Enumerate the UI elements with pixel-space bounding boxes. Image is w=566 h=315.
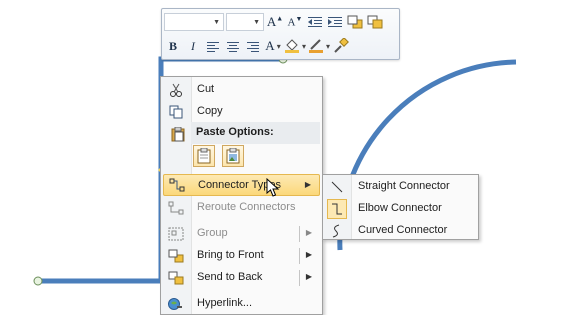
font-color-icon: A — [265, 38, 274, 54]
bold-button[interactable]: B — [164, 36, 182, 56]
italic-button[interactable]: I — [184, 36, 202, 56]
mini-toolbar-row-1: ▼ ▼ A▲ A▼ — [164, 11, 386, 33]
menu-item-label: Reroute Connectors — [197, 201, 296, 213]
menu-item-copy[interactable]: Copy — [163, 101, 320, 123]
paste-options-header: Paste Options: — [191, 122, 320, 144]
font-combo[interactable]: ▼ — [164, 13, 224, 31]
menu-item-label: Group — [197, 227, 228, 239]
shrink-font-glyph: A — [287, 16, 296, 29]
clipboard-icon — [165, 124, 191, 144]
connector-types-icon — [164, 175, 190, 195]
grow-font-button[interactable]: A▲ — [266, 12, 284, 32]
paste-as-picture-button[interactable] — [222, 145, 244, 167]
shape-outline-button[interactable] — [308, 36, 330, 56]
menu-item-hyperlink[interactable]: Hyperlink... — [163, 293, 320, 315]
menu-item-label: Send to Back — [197, 271, 263, 283]
decrease-indent-icon — [308, 17, 322, 27]
scissors-icon — [163, 80, 189, 100]
align-right-button[interactable] — [244, 36, 262, 56]
send-backward-icon — [367, 15, 383, 29]
grow-font-icon: A▲ — [266, 14, 284, 29]
font-size-combo[interactable]: ▼ — [226, 13, 264, 31]
menu-item-reroute-connectors: Reroute Connectors — [163, 197, 320, 219]
send-to-back-icon — [163, 268, 189, 288]
elbow-connector-icon — [327, 199, 347, 219]
format-painter-button[interactable] — [332, 36, 350, 56]
submenu-item-label: Straight Connector — [358, 180, 450, 192]
bring-forward-icon — [347, 15, 363, 29]
mouse-pointer-icon — [266, 178, 280, 197]
bring-to-front-icon — [163, 246, 189, 266]
increase-indent-icon — [328, 17, 342, 27]
chevron-down-icon: ▼ — [213, 18, 220, 26]
font-color-button[interactable]: A — [264, 36, 282, 56]
submenu-item-straight-connector[interactable]: Straight Connector — [325, 176, 476, 198]
align-center-button[interactable] — [224, 36, 242, 56]
font-color-glyph: A — [265, 38, 275, 53]
mini-toolbar-row-2: B I A — [164, 35, 352, 57]
paste-use-destination-theme-button[interactable] — [193, 145, 215, 167]
menu-item-label: Bring to Front — [197, 249, 264, 261]
bring-forward-button[interactable] — [346, 12, 364, 32]
menu-split-divider — [299, 248, 300, 264]
menu-item-send-to-back[interactable]: Send to Back ▶ — [163, 267, 320, 289]
connector-types-submenu: Straight Connector Elbow Connector Curve… — [322, 174, 479, 240]
paintbrush-icon — [334, 38, 349, 53]
submenu-item-elbow-connector[interactable]: Elbow Connector — [325, 198, 476, 220]
hyperlink-icon — [163, 294, 189, 314]
menu-split-divider — [299, 270, 300, 286]
shrink-font-icon: A▼ — [287, 15, 303, 29]
submenu-arrow-icon: ▶ — [305, 228, 312, 237]
align-right-icon — [247, 41, 259, 52]
italic-icon: I — [191, 38, 195, 53]
chevron-down-icon: ▼ — [253, 18, 260, 26]
menu-item-group: Group ▶ — [163, 223, 320, 245]
mini-toolbar: ▼ ▼ A▲ A▼ B I A — [161, 8, 400, 60]
connector-start-handle[interactable] — [33, 276, 43, 286]
copy-icon — [163, 102, 189, 122]
group-icon — [163, 224, 189, 244]
decrease-indent-button[interactable] — [306, 12, 324, 32]
menu-item-label: Copy — [197, 105, 223, 117]
submenu-item-label: Elbow Connector — [358, 202, 442, 214]
reroute-icon — [163, 198, 189, 218]
shape-fill-button[interactable] — [284, 36, 306, 56]
menu-item-label: Hyperlink... — [197, 297, 253, 309]
paste-icon — [197, 148, 211, 164]
grow-font-glyph: A — [266, 14, 277, 29]
menu-item-connector-types[interactable]: Connector Types ▶ — [163, 174, 320, 196]
align-left-icon — [207, 41, 219, 52]
bold-icon: B — [168, 38, 177, 53]
increase-indent-button[interactable] — [326, 12, 344, 32]
submenu-arrow-icon: ▶ — [305, 250, 312, 259]
paste-options-bar — [191, 145, 318, 169]
submenu-arrow-icon: ▶ — [304, 180, 311, 189]
menu-item-label: Cut — [197, 83, 215, 95]
paint-bucket-icon — [285, 39, 299, 53]
shrink-font-button[interactable]: A▼ — [286, 12, 304, 32]
menu-split-divider — [299, 226, 300, 242]
straight-connector-icon — [325, 177, 349, 197]
context-menu: Cut Copy Paste Options: Connector Types … — [160, 76, 323, 315]
paste-options-label: Paste Options: — [196, 126, 274, 138]
send-backward-button[interactable] — [366, 12, 384, 32]
submenu-arrow-icon: ▶ — [305, 272, 312, 281]
align-center-icon — [227, 41, 239, 52]
paste-picture-icon — [226, 148, 240, 164]
menu-item-bring-to-front[interactable]: Bring to Front ▶ — [163, 245, 320, 267]
submenu-item-curved-connector[interactable]: Curved Connector — [325, 220, 476, 242]
submenu-item-label: Curved Connector — [358, 224, 448, 236]
menu-item-cut[interactable]: Cut — [163, 79, 320, 101]
curved-connector-icon — [325, 221, 349, 241]
align-left-button[interactable] — [204, 36, 222, 56]
pen-icon — [309, 39, 324, 53]
